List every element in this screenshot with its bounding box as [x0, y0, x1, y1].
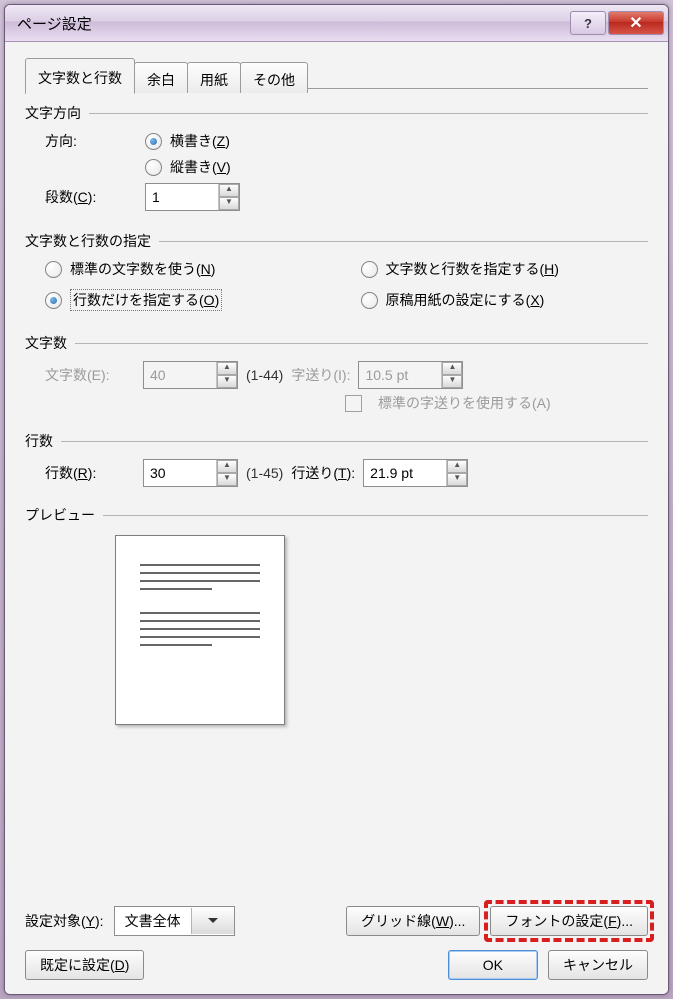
radio-standard-chars[interactable]: 標準の文字数を使う(N): [45, 259, 333, 279]
spin-down-icon[interactable]: ▼: [219, 197, 239, 210]
window-title: ページ設定: [17, 13, 570, 34]
help-button[interactable]: ?: [570, 11, 606, 35]
lines-spinner[interactable]: ▲▼: [143, 459, 238, 487]
label-apply-to: 設定対象(Y):: [25, 911, 104, 931]
checkbox-std-pitch: [345, 395, 362, 412]
section-header-lines: 行数: [25, 431, 61, 451]
spin-up-icon[interactable]: ▲: [217, 460, 237, 473]
lines-range: (1-45): [246, 465, 283, 481]
section-header-chars: 文字数: [25, 333, 75, 353]
titlebar: ページ設定 ? ✕: [5, 5, 668, 42]
label-direction: 方向:: [45, 131, 145, 151]
tab-margins[interactable]: 余白: [134, 62, 188, 93]
page-setup-dialog: ページ設定 ? ✕ 文字数と行数 余白 用紙 その他 文字方向 方向: 横書き(…: [4, 4, 669, 995]
spin-up-icon[interactable]: ▲: [447, 460, 467, 473]
line-pitch-spinner[interactable]: ▲▼: [363, 459, 468, 487]
apply-to-value: 文書全体: [115, 911, 191, 931]
ok-button[interactable]: OK: [448, 950, 538, 980]
set-default-button[interactable]: 既定に設定(D): [25, 950, 144, 980]
radio-dot-icon: [145, 133, 162, 150]
tab-strip: 文字数と行数 余白 用紙 その他: [25, 58, 648, 90]
label-lines: 行数(R):: [45, 463, 135, 483]
tab-other[interactable]: その他: [240, 62, 308, 93]
columns-spinner[interactable]: ▲▼: [145, 183, 240, 211]
radio-dot-icon: [45, 292, 62, 309]
dropdown-icon[interactable]: [191, 908, 234, 934]
chars-input: [144, 362, 216, 388]
spin-down-icon[interactable]: ▼: [447, 473, 467, 486]
lines-input[interactable]: [144, 460, 216, 486]
radio-dot-icon: [145, 159, 162, 176]
cancel-button[interactable]: キャンセル: [548, 950, 648, 980]
spin-up-icon: ▲: [217, 362, 237, 375]
gridlines-button[interactable]: グリッド線(W)...: [346, 906, 480, 936]
radio-dot-icon: [361, 261, 378, 278]
section-header-preview: プレビュー: [25, 505, 103, 525]
radio-dot-icon: [45, 261, 62, 278]
radio-chars-and-lines[interactable]: 文字数と行数を指定する(H): [361, 259, 649, 279]
radio-lines-only[interactable]: 行数だけを指定する(O): [45, 289, 333, 311]
label-char-pitch: 字送り(I):: [291, 365, 350, 385]
tab-chars-lines[interactable]: 文字数と行数: [25, 58, 135, 94]
char-pitch-input: [359, 362, 441, 388]
char-pitch-spinner: ▲▼: [358, 361, 463, 389]
font-settings-button[interactable]: フォントの設定(F)...: [490, 906, 648, 936]
label-line-pitch: 行送り(T):: [291, 463, 355, 483]
label-std-pitch: 標準の字送りを使用する(A): [378, 393, 551, 413]
line-pitch-input[interactable]: [364, 460, 446, 486]
radio-dot-icon: [361, 292, 378, 309]
spin-down-icon[interactable]: ▼: [217, 473, 237, 486]
radio-vertical[interactable]: 縦書き(V): [145, 157, 231, 177]
section-header-direction: 文字方向: [25, 103, 89, 123]
section-header-spec: 文字数と行数の指定: [25, 231, 159, 251]
spin-up-icon[interactable]: ▲: [219, 184, 239, 197]
chars-spinner: ▲▼: [143, 361, 238, 389]
chars-range: (1-44): [246, 367, 283, 383]
radio-manuscript-grid[interactable]: 原稿用紙の設定にする(X): [361, 289, 649, 311]
spin-down-icon: ▼: [442, 375, 462, 388]
spin-up-icon: ▲: [442, 362, 462, 375]
label-chars: 文字数(E):: [45, 365, 135, 385]
columns-input[interactable]: [146, 184, 218, 210]
close-button[interactable]: ✕: [608, 11, 664, 35]
label-columns: 段数(C):: [45, 187, 145, 207]
preview-page: [115, 535, 285, 725]
apply-to-combo[interactable]: 文書全体: [114, 906, 235, 936]
spin-down-icon: ▼: [217, 375, 237, 388]
radio-horizontal[interactable]: 横書き(Z): [145, 131, 230, 151]
tab-paper[interactable]: 用紙: [187, 62, 241, 93]
